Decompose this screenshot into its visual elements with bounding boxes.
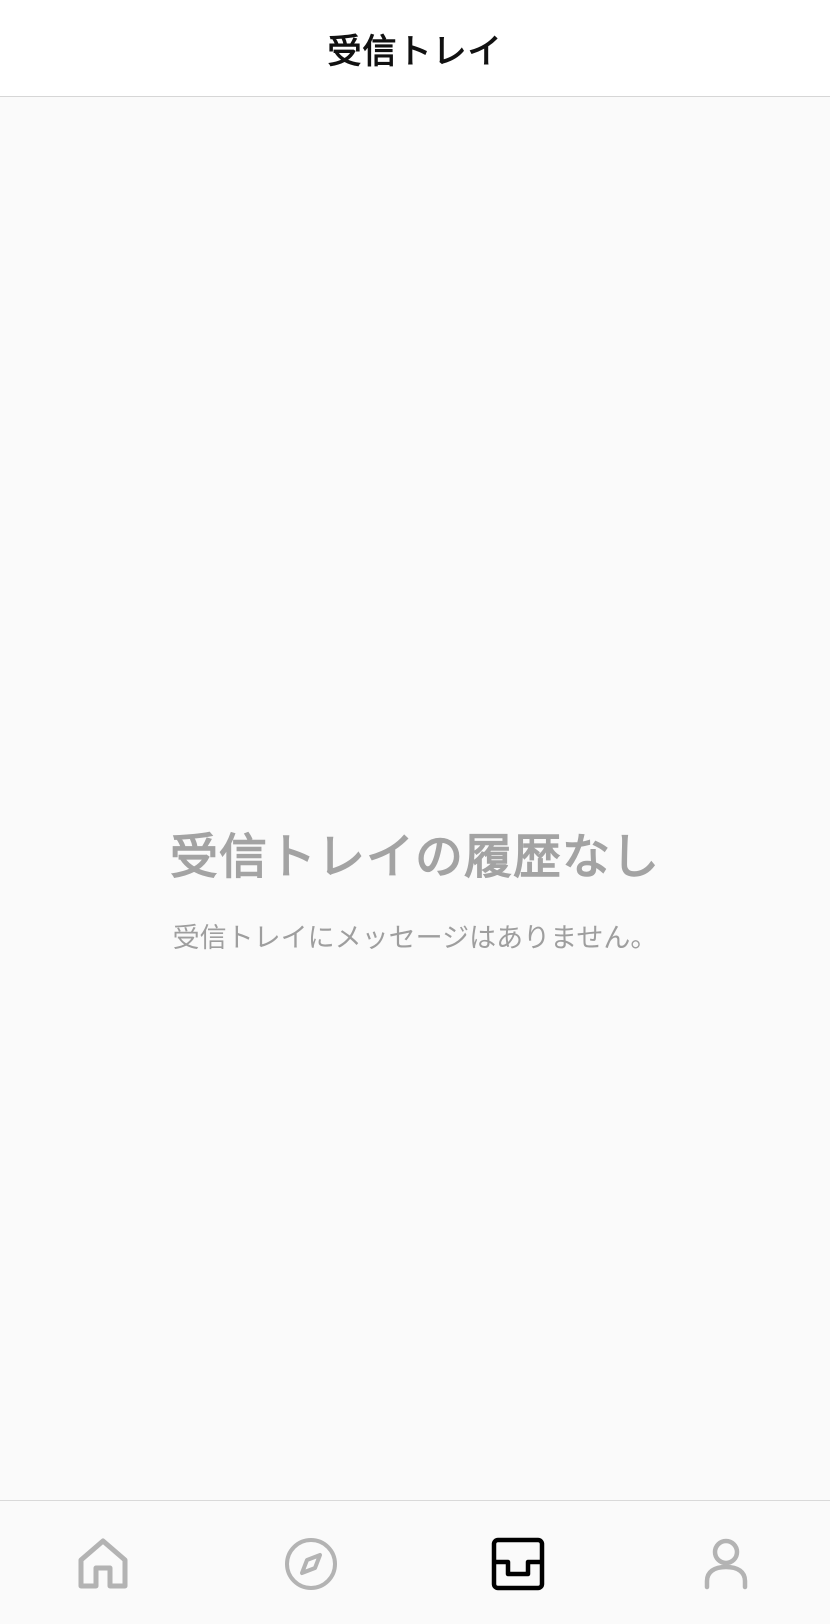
- user-icon: [704, 1538, 748, 1590]
- empty-state: 受信トレイの履歴なし 受信トレイにメッセージはありません。: [0, 827, 830, 957]
- compass-icon: [285, 1538, 337, 1590]
- home-icon: [78, 1538, 128, 1589]
- tab-inbox[interactable]: [483, 1529, 553, 1599]
- empty-state-subtitle: 受信トレイにメッセージはありません。: [172, 923, 658, 954]
- top-header: 受信トレイ: [0, 0, 830, 97]
- tab-profile[interactable]: [691, 1529, 761, 1599]
- inbox-icon: [491, 1537, 545, 1591]
- inbox-content[interactable]: 受信トレイの履歴なし 受信トレイにメッセージはありません。: [0, 97, 830, 1500]
- tab-explore[interactable]: [276, 1529, 346, 1599]
- empty-state-title: 受信トレイの履歴なし: [169, 829, 660, 885]
- page-title: 受信トレイ: [327, 31, 503, 72]
- bottom-tab-bar: [0, 1500, 830, 1624]
- tab-home[interactable]: [68, 1529, 138, 1599]
